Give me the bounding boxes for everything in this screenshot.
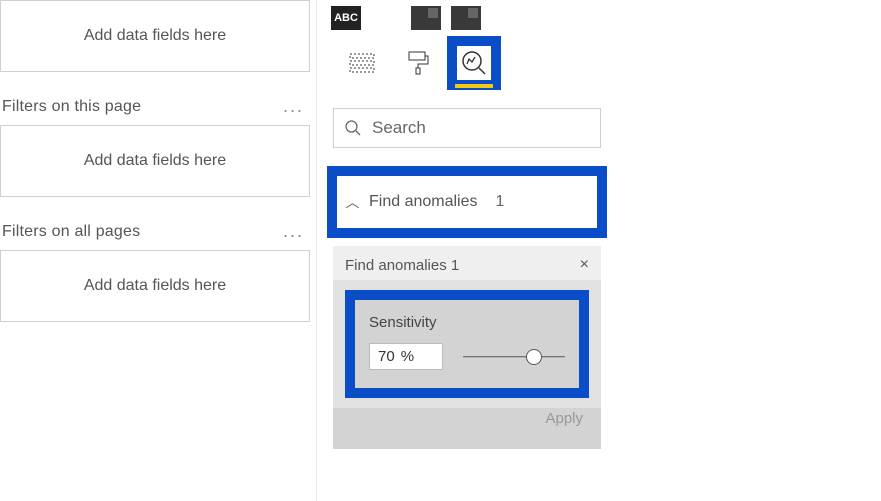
search-placeholder: Search [372,118,426,138]
sensitivity-value: 70 [378,348,395,365]
visual-type-text-icon[interactable]: ABC [331,6,361,30]
tab-active-underline [455,84,493,88]
filters-page-header: Filters on this page ... [2,96,310,117]
percent-symbol: % [401,348,414,365]
tab-fields[interactable] [347,48,377,78]
find-anomalies-label: Find anomalies [369,193,478,211]
pane-divider [316,0,317,501]
page-filters-dropwell[interactable]: Add data fields here [0,125,310,197]
visual-gallery-row: ABC [327,0,607,30]
dropwell-placeholder: Add data fields here [84,27,226,45]
search-icon [344,119,362,137]
anomaly-card-close-button[interactable]: × [580,256,589,274]
viz-pane-tabs [327,30,607,90]
anomaly-card: Find anomalies 1 × Sensitivity 70 % Appl… [333,246,601,449]
filters-pane: Add data fields here Filters on this pag… [0,0,310,346]
find-anomalies-count: 1 [496,193,505,211]
fields-icon [349,51,375,75]
sensitivity-label: Sensitivity [369,314,565,331]
visual-type-treemap-icon[interactable] [371,6,401,30]
filters-page-label: Filters on this page [2,98,141,116]
tab-format[interactable] [403,48,433,78]
all-pages-filters-dropwell[interactable]: Add data fields here [0,250,310,322]
sensitivity-slider[interactable] [463,347,565,367]
apply-row: Apply [333,408,601,449]
sensitivity-panel: Sensitivity 70 % [345,290,589,398]
dropwell-placeholder: Add data fields here [84,277,226,295]
paint-roller-icon [406,50,430,76]
slider-track [463,356,565,358]
chevron-up-icon: 〈 [342,195,362,209]
analytics-search-input[interactable]: Search [333,108,601,148]
filters-all-label: Filters on all pages [2,223,140,241]
visual-filters-dropwell[interactable]: Add data fields here [0,0,310,72]
analytics-magnifier-icon [460,49,488,77]
sensitivity-value-input[interactable]: 70 % [369,343,443,370]
visual-type-r-icon[interactable] [411,6,441,30]
filters-all-more-icon[interactable]: ... [283,221,310,242]
dropwell-placeholder: Add data fields here [84,152,226,170]
filters-page-more-icon[interactable]: ... [283,96,310,117]
filters-all-header: Filters on all pages ... [2,221,310,242]
visualizations-pane: ABC [327,0,607,449]
slider-thumb[interactable] [526,349,542,365]
tab-analytics[interactable] [459,48,489,78]
anomaly-card-header: Find anomalies 1 × [333,246,601,280]
visual-type-py-icon[interactable] [451,6,481,30]
anomaly-card-title: Find anomalies 1 [345,257,459,274]
find-anomalies-section-header[interactable]: 〈 Find anomalies 1 [327,166,607,238]
apply-button[interactable]: Apply [545,410,583,427]
